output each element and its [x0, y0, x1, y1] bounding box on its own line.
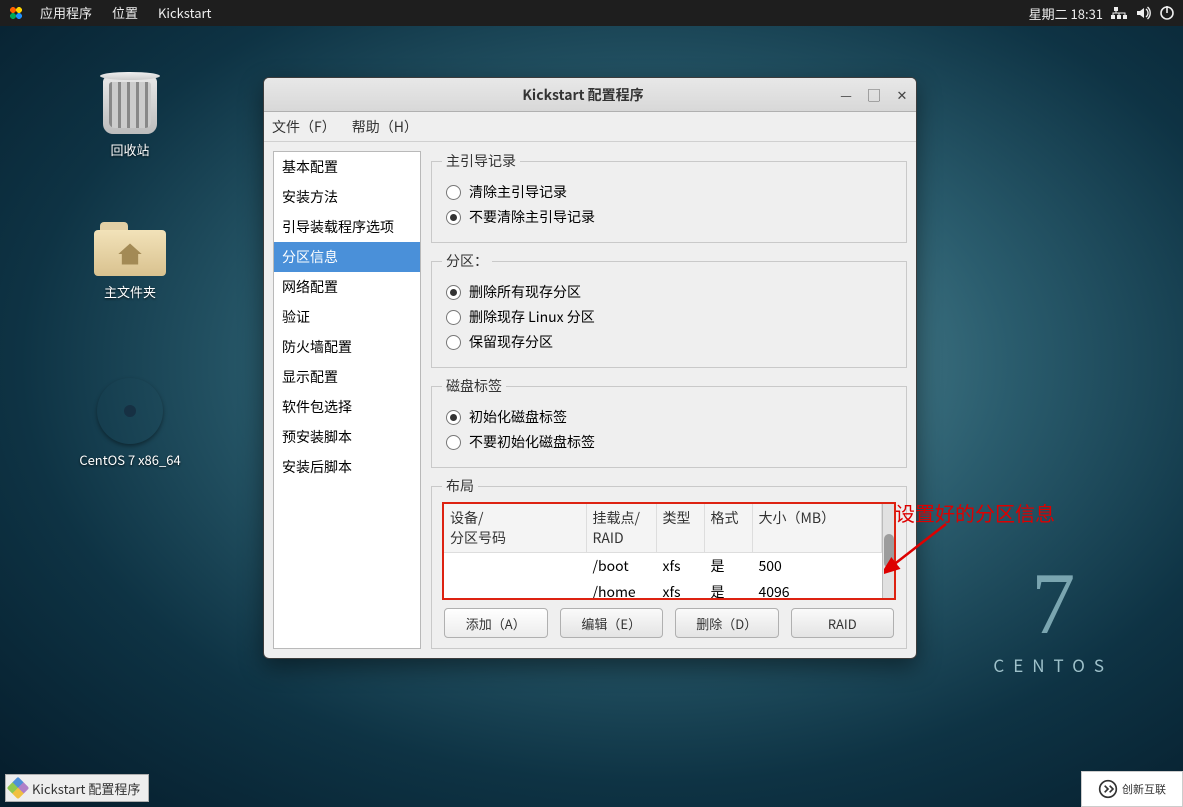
- radio-label-init[interactable]: 初始化磁盘标签: [446, 407, 896, 427]
- group-layout-legend: 布局: [442, 476, 478, 496]
- power-icon[interactable]: [1159, 5, 1175, 21]
- group-partition: 分区： 删除所有现存分区 删除现存 Linux 分区 保留现存分区: [431, 251, 907, 368]
- close-button[interactable]: ✕: [891, 84, 913, 106]
- radio-part-remove-all[interactable]: 删除所有现存分区: [446, 282, 896, 302]
- maximize-button[interactable]: ▢: [863, 84, 885, 106]
- radio-icon: [446, 435, 461, 450]
- group-mbr-legend: 主引导记录: [442, 151, 520, 171]
- home-folder-icon: [94, 222, 166, 276]
- radio-part-keep[interactable]: 保留现存分区: [446, 332, 896, 352]
- radio-icon: [446, 185, 461, 200]
- col-device[interactable]: 设备/ 分区号码: [444, 504, 586, 553]
- network-icon[interactable]: [1111, 5, 1127, 21]
- minimize-button[interactable]: —: [835, 84, 857, 106]
- main-pane: 主引导记录 清除主引导记录 不要清除主引导记录 分区： 删除所有现存分区: [431, 151, 907, 649]
- radio-icon: [446, 285, 461, 300]
- col-mount[interactable]: 挂载点/ RAID: [586, 504, 656, 553]
- menu-file[interactable]: 文件（F）: [272, 117, 336, 137]
- radio-icon: [446, 210, 461, 225]
- panel-menu-places[interactable]: 位置: [102, 0, 148, 26]
- sidebar: 基本配置 安装方法 引导装载程序选项 分区信息 网络配置 验证 防火墙配置 显示…: [273, 151, 421, 649]
- radio-label-noinit[interactable]: 不要初始化磁盘标签: [446, 432, 896, 452]
- sidebar-item-postscript[interactable]: 安装后脚本: [274, 452, 420, 482]
- taskbar-button[interactable]: Kickstart 配置程序: [5, 774, 149, 802]
- raid-button[interactable]: RAID: [791, 608, 895, 638]
- group-layout: 布局 设备/ 分区号码 挂载点/ RAID 类型 格式 大小（MB）: [431, 476, 907, 649]
- panel-clock[interactable]: 星期二 18:31: [1029, 4, 1103, 23]
- menu-help[interactable]: 帮助（H）: [352, 117, 418, 137]
- panel-menu-apps[interactable]: 应用程序: [30, 0, 102, 26]
- sidebar-item-install[interactable]: 安装方法: [274, 182, 420, 212]
- desktop-icon-trash[interactable]: 回收站: [70, 76, 190, 159]
- desktop-icon-label: 主文件夹: [70, 282, 190, 301]
- col-size[interactable]: 大小（MB）: [752, 504, 882, 553]
- desktop-icon-cd[interactable]: CentOS 7 x86_64: [70, 378, 190, 469]
- group-disk-label: 磁盘标签 初始化磁盘标签 不要初始化磁盘标签: [431, 376, 907, 468]
- radio-label: 不要清除主引导记录: [469, 207, 595, 227]
- watermark: 创新互联: [1081, 771, 1183, 807]
- edit-button[interactable]: 编辑（E）: [560, 608, 664, 638]
- panel-menu-kickstart[interactable]: Kickstart: [148, 0, 221, 26]
- radio-label: 清除主引导记录: [469, 182, 567, 202]
- table-row[interactable]: /boot xfs 是 500: [444, 553, 882, 580]
- window-menubar: 文件（F） 帮助（H）: [264, 112, 916, 142]
- sidebar-item-auth[interactable]: 验证: [274, 302, 420, 332]
- col-format[interactable]: 格式: [704, 504, 752, 553]
- annotation-arrow-icon: [884, 518, 954, 588]
- radio-mbr-keep[interactable]: 不要清除主引导记录: [446, 207, 896, 227]
- sidebar-item-firewall[interactable]: 防火墙配置: [274, 332, 420, 362]
- window-title: Kickstart 配置程序: [334, 85, 832, 105]
- kickstart-app-icon: [7, 777, 30, 800]
- group-disk-label-legend: 磁盘标签: [442, 376, 506, 396]
- activities-icon[interactable]: [8, 5, 24, 21]
- radio-icon: [446, 335, 461, 350]
- radio-label: 保留现存分区: [469, 332, 553, 352]
- volume-icon[interactable]: [1135, 5, 1151, 21]
- desktop-icon-label: 回收站: [70, 140, 190, 159]
- add-button[interactable]: 添加（A）: [444, 608, 548, 638]
- taskbar-label: Kickstart 配置程序: [32, 779, 140, 798]
- group-mbr: 主引导记录 清除主引导记录 不要清除主引导记录: [431, 151, 907, 243]
- sidebar-item-packages[interactable]: 软件包选择: [274, 392, 420, 422]
- sidebar-item-partition[interactable]: 分区信息: [274, 242, 420, 272]
- table-row[interactable]: /home xfs 是 4096: [444, 579, 882, 598]
- sidebar-item-basic[interactable]: 基本配置: [274, 152, 420, 182]
- radio-mbr-clear[interactable]: 清除主引导记录: [446, 182, 896, 202]
- centos-wallpaper-logo: 7 CENTOS: [993, 570, 1113, 677]
- disc-icon: [97, 378, 163, 444]
- watermark-icon: [1098, 779, 1118, 799]
- radio-icon: [446, 410, 461, 425]
- desktop-icon-home[interactable]: 主文件夹: [70, 222, 190, 301]
- trash-icon: [103, 76, 157, 134]
- desktop-icon-label: CentOS 7 x86_64: [70, 450, 190, 469]
- group-partition-legend: 分区：: [442, 251, 492, 271]
- radio-icon: [446, 310, 461, 325]
- partition-table[interactable]: 设备/ 分区号码 挂载点/ RAID 类型 格式 大小（MB） /boot: [442, 502, 896, 600]
- sidebar-item-boot[interactable]: 引导装载程序选项: [274, 212, 420, 242]
- col-type[interactable]: 类型: [656, 504, 704, 553]
- sidebar-item-network[interactable]: 网络配置: [274, 272, 420, 302]
- radio-label: 初始化磁盘标签: [469, 407, 567, 427]
- radio-label: 删除现存 Linux 分区: [469, 307, 595, 327]
- window-titlebar[interactable]: Kickstart 配置程序 — ▢ ✕: [264, 78, 916, 112]
- radio-label: 不要初始化磁盘标签: [469, 432, 595, 452]
- sidebar-item-prescript[interactable]: 预安装脚本: [274, 422, 420, 452]
- delete-button[interactable]: 删除（D）: [675, 608, 779, 638]
- top-panel: 应用程序 位置 Kickstart 星期二 18:31: [0, 0, 1183, 26]
- radio-part-remove-linux[interactable]: 删除现存 Linux 分区: [446, 307, 896, 327]
- sidebar-item-display[interactable]: 显示配置: [274, 362, 420, 392]
- radio-label: 删除所有现存分区: [469, 282, 581, 302]
- kickstart-window: Kickstart 配置程序 — ▢ ✕ 文件（F） 帮助（H） 基本配置 安装…: [263, 77, 917, 659]
